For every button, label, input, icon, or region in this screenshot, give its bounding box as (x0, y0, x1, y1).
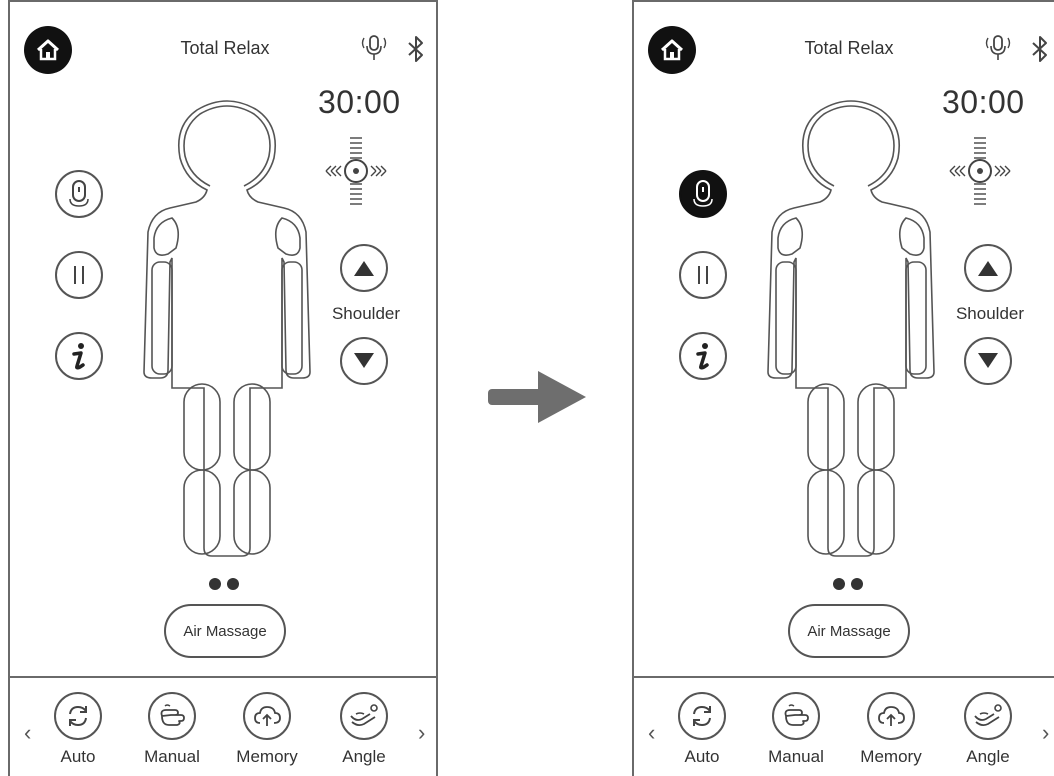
manual-mode-label: Manual (768, 747, 824, 766)
pause-icon (74, 266, 84, 284)
manual-mode-label: Manual (144, 747, 200, 766)
auto-mode-button[interactable] (54, 692, 102, 740)
memory-mode-label: Memory (860, 747, 922, 766)
shoulder-down-button[interactable] (964, 337, 1012, 385)
shoulder-position-label: Shoulder (331, 304, 401, 323)
pagination-dots (833, 578, 863, 590)
manual-mode-button[interactable] (148, 692, 196, 740)
angle-mode-label: Angle (966, 747, 1010, 766)
shoulder-up-button[interactable] (964, 244, 1012, 292)
manual-mode-button[interactable] (772, 692, 820, 740)
auto-mode-button[interactable] (678, 692, 726, 740)
pagination-dots (209, 578, 239, 590)
bluetooth-icon[interactable] (403, 34, 429, 64)
auto-cycle-icon (693, 705, 711, 727)
prev-modes-arrow[interactable]: ‹ (648, 720, 655, 746)
info-icon (72, 343, 85, 370)
angle-mode-label: Angle (342, 747, 386, 766)
shoulder-up-button[interactable] (340, 244, 388, 292)
pause-button[interactable] (679, 251, 727, 299)
memory-cloud-icon (254, 706, 281, 726)
screen-after: Total Relax 30:00 Shoulder Air Massage ‹… (632, 0, 1054, 776)
voice-control-button-active[interactable] (679, 170, 727, 218)
memory-mode-button[interactable] (867, 692, 915, 740)
air-massage-button[interactable]: Air Massage (164, 604, 286, 658)
microphone-icon (693, 180, 713, 207)
shoulder-position-label: Shoulder (955, 304, 1025, 323)
position-adjust-icon[interactable] (946, 134, 1014, 212)
triangle-down-icon (978, 353, 998, 368)
body-zone-diagram (767, 100, 935, 557)
shoulder-down-button[interactable] (340, 337, 388, 385)
prev-modes-arrow[interactable]: ‹ (24, 720, 31, 746)
voice-mic-icon[interactable] (982, 32, 1014, 66)
screen-before: Total Relax 30:00 Shoulder Air Massage ‹… (8, 0, 438, 776)
session-timer: 30:00 (942, 84, 1025, 120)
bottom-divider (634, 676, 1054, 678)
auto-mode-label: Auto (60, 747, 96, 766)
bottom-divider (10, 676, 436, 678)
manual-hand-icon (784, 704, 809, 726)
memory-mode-label: Memory (236, 747, 298, 766)
next-modes-arrow[interactable]: › (1042, 720, 1049, 746)
angle-recline-icon (974, 704, 1002, 727)
transition-arrow-icon (488, 371, 586, 423)
info-button[interactable] (55, 332, 103, 380)
pause-icon (698, 266, 708, 284)
info-icon (696, 343, 709, 370)
info-button[interactable] (679, 332, 727, 380)
body-zone-diagram (143, 100, 311, 557)
air-massage-button[interactable]: Air Massage (788, 604, 910, 658)
bluetooth-icon[interactable] (1027, 34, 1053, 64)
position-adjust-icon[interactable] (322, 134, 390, 212)
triangle-down-icon (354, 353, 374, 368)
session-timer: 30:00 (318, 84, 401, 120)
auto-mode-label: Auto (684, 747, 720, 766)
angle-recline-icon (350, 704, 378, 727)
pause-button[interactable] (55, 251, 103, 299)
angle-mode-button[interactable] (964, 692, 1012, 740)
triangle-up-icon (354, 261, 374, 276)
voice-control-button[interactable] (55, 170, 103, 218)
memory-mode-button[interactable] (243, 692, 291, 740)
manual-hand-icon (160, 704, 185, 726)
microphone-icon (69, 180, 89, 207)
voice-mic-icon[interactable] (358, 32, 390, 66)
next-modes-arrow[interactable]: › (418, 720, 425, 746)
triangle-up-icon (978, 261, 998, 276)
memory-cloud-icon (878, 706, 905, 726)
angle-mode-button[interactable] (340, 692, 388, 740)
auto-cycle-icon (69, 705, 87, 727)
